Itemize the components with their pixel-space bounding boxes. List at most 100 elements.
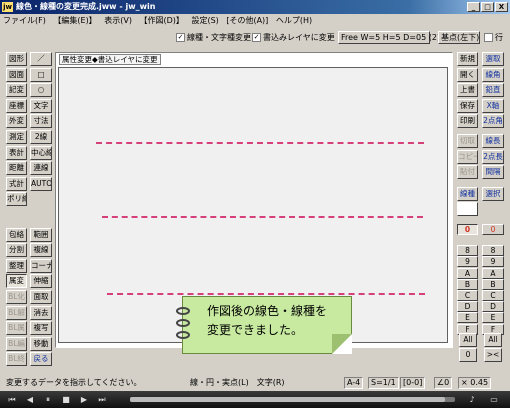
scale-value[interactable]: S=1/1 [368,377,399,389]
changed-line[interactable] [102,216,423,218]
layer-group-button-E[interactable]: E [457,312,478,324]
tool-17-right[interactable]: 複写 [30,321,52,336]
tool-16-right[interactable]: 消去 [30,305,52,320]
linetype-change-checkbox[interactable]: ✓ 線種・文字種変更 [176,32,251,44]
all-layer-button[interactable]: All [484,333,502,347]
menu-edit[interactable]: 【編集(E)】 [51,14,98,27]
layer-group-button-B[interactable]: B [457,278,478,290]
layer-indicator[interactable]: [0-0] [400,377,426,389]
tool-5-right[interactable]: 2線 [30,130,52,144]
stop-icon[interactable]: ■ [60,394,72,405]
tool-6-right[interactable]: 中心線 [30,145,52,160]
rtool-8-right[interactable]: 選択 [482,186,504,201]
paper-size[interactable]: A-4 [344,377,364,389]
layer-group-button-A[interactable]: A [457,267,478,279]
write-layer-checkbox[interactable]: ✓ 書込みレイヤに変更 [252,32,335,44]
collapse-button[interactable]: >< [484,348,502,362]
tool-7-right[interactable]: 連線 [30,161,52,176]
rtool-2-left[interactable]: 上書 [457,83,478,98]
rtool-7-right[interactable]: 間隔 [482,165,504,180]
progress-bar[interactable] [130,397,455,402]
tool-5-left[interactable]: 測定 [6,130,27,144]
tool-8-left[interactable]: 式計 [6,176,27,191]
rtool-6-left[interactable]: コピー [457,149,478,164]
next-icon[interactable]: ⏭ [96,394,108,405]
rtool-4-right[interactable]: 2点角 [482,114,504,129]
tool-18-left[interactable]: BL編 [6,336,27,351]
layer-button-0[interactable]: 0 [482,224,504,235]
close-button[interactable]: X [495,2,508,12]
tool-0-right[interactable]: ／ [30,52,52,66]
tool-2-left[interactable]: 記変 [6,83,27,98]
tool-12-right[interactable]: 複線 [30,243,52,258]
minimize-button[interactable]: _ [467,2,480,12]
tool-17-left[interactable]: BL属 [6,321,27,336]
changed-line[interactable] [107,293,425,295]
tool-0-left[interactable]: 図形 [6,52,27,66]
maximize-button[interactable]: □ [481,2,494,12]
menu-other[interactable]: [その他(A)] [224,14,270,27]
rtool-1-right[interactable]: 線角 [482,67,504,82]
title-bar[interactable]: jw 線色・線種の変更完成.jww - jw_win _ □ X [0,0,510,14]
layer-group-button-0[interactable]: 0 [457,224,478,235]
tool-3-right[interactable]: 文字 [30,98,52,113]
layer-button-8[interactable]: 8 [482,245,504,257]
tool-2-right[interactable]: ○ [30,83,52,98]
layer-button-9[interactable]: 9 [482,256,504,268]
menu-help[interactable]: ヘルプ(H) [274,14,314,27]
tool-4-left[interactable]: 外変 [6,114,27,129]
changed-line[interactable] [96,142,424,144]
tool-1-left[interactable]: 図面 [6,67,27,82]
menu-draw[interactable]: 【作図(D)】 [138,14,186,27]
tool-4-right[interactable]: 寸法 [30,114,52,129]
layer-button-B[interactable]: B [482,278,504,290]
rtool-0-left[interactable]: 新規 [457,52,478,66]
layer-group-button-9[interactable]: 9 [457,256,478,268]
tool-13-right[interactable]: コーナー [30,258,52,273]
row-checkbox[interactable]: 行 [484,32,503,44]
rtool-4-left[interactable]: 印刷 [457,114,478,129]
menu-file[interactable]: ファイル(F) [1,14,48,27]
tool-8-right[interactable]: AUTO [30,176,52,191]
layer-button-E[interactable]: E [482,312,504,324]
tool-3-left[interactable]: 座標 [6,98,27,113]
tool-1-right[interactable]: □ [30,67,52,82]
tool-14-right[interactable]: 伸縮 [30,274,52,289]
rtool-1-left[interactable]: 開く [457,67,478,82]
angle-indicator[interactable]: ∠0 [434,377,453,389]
layer-group-button-C[interactable]: C [457,290,478,301]
rtool-3-left[interactable]: 保存 [457,98,478,113]
tool-11-left[interactable]: 包絡 [6,227,27,242]
all-group-button[interactable]: All [459,333,477,347]
base-point-button[interactable]: 基点(左下) [438,31,480,44]
tool-7-left[interactable]: 距離 [6,161,27,176]
rtool-8-left[interactable]: 線種 [457,186,478,201]
tool-11-right[interactable]: 範囲 [30,227,52,242]
pause-icon[interactable]: ⏸ [42,394,54,405]
rtool-6-right[interactable]: 2点長 [482,149,504,164]
tool-14-left[interactable]: 属変 [6,274,27,289]
rtool-3-right[interactable]: X軸 [482,98,504,113]
volume-icon[interactable]: ♪ [466,394,478,405]
rtool-5-right[interactable]: 線長 [482,134,504,148]
rtool-0-right[interactable]: 選取 [482,52,504,66]
rtool-5-left[interactable]: 切取 [457,134,478,148]
tool-15-right[interactable]: 面取 [30,290,52,304]
tool-16-left[interactable]: BL解 [6,305,27,320]
rtool-2-right[interactable]: 鉛直 [482,83,504,98]
tool-6-left[interactable]: 表計 [6,145,27,160]
layer-group-button-D[interactable]: D [457,301,478,313]
tool-12-left[interactable]: 分割 [6,243,27,258]
rewind-icon[interactable]: ◀ [24,394,36,405]
tool-19-left[interactable]: BL終 [6,352,27,367]
menu-view[interactable]: 表示(V) [102,14,134,27]
rtool-7-left[interactable]: 貼付 [457,165,478,180]
tool-13-left[interactable]: 整理 [6,258,27,273]
app-icon[interactable]: jw [2,2,13,12]
menu-settings[interactable]: 設定(S) [189,14,220,27]
fullscreen-icon[interactable]: ▭ [488,394,500,405]
prev-icon[interactable]: ⏮ [6,394,18,405]
tool-15-left[interactable]: BL化 [6,290,27,304]
layer-button-C[interactable]: C [482,290,504,301]
layer-group-button-8[interactable]: 8 [457,245,478,257]
